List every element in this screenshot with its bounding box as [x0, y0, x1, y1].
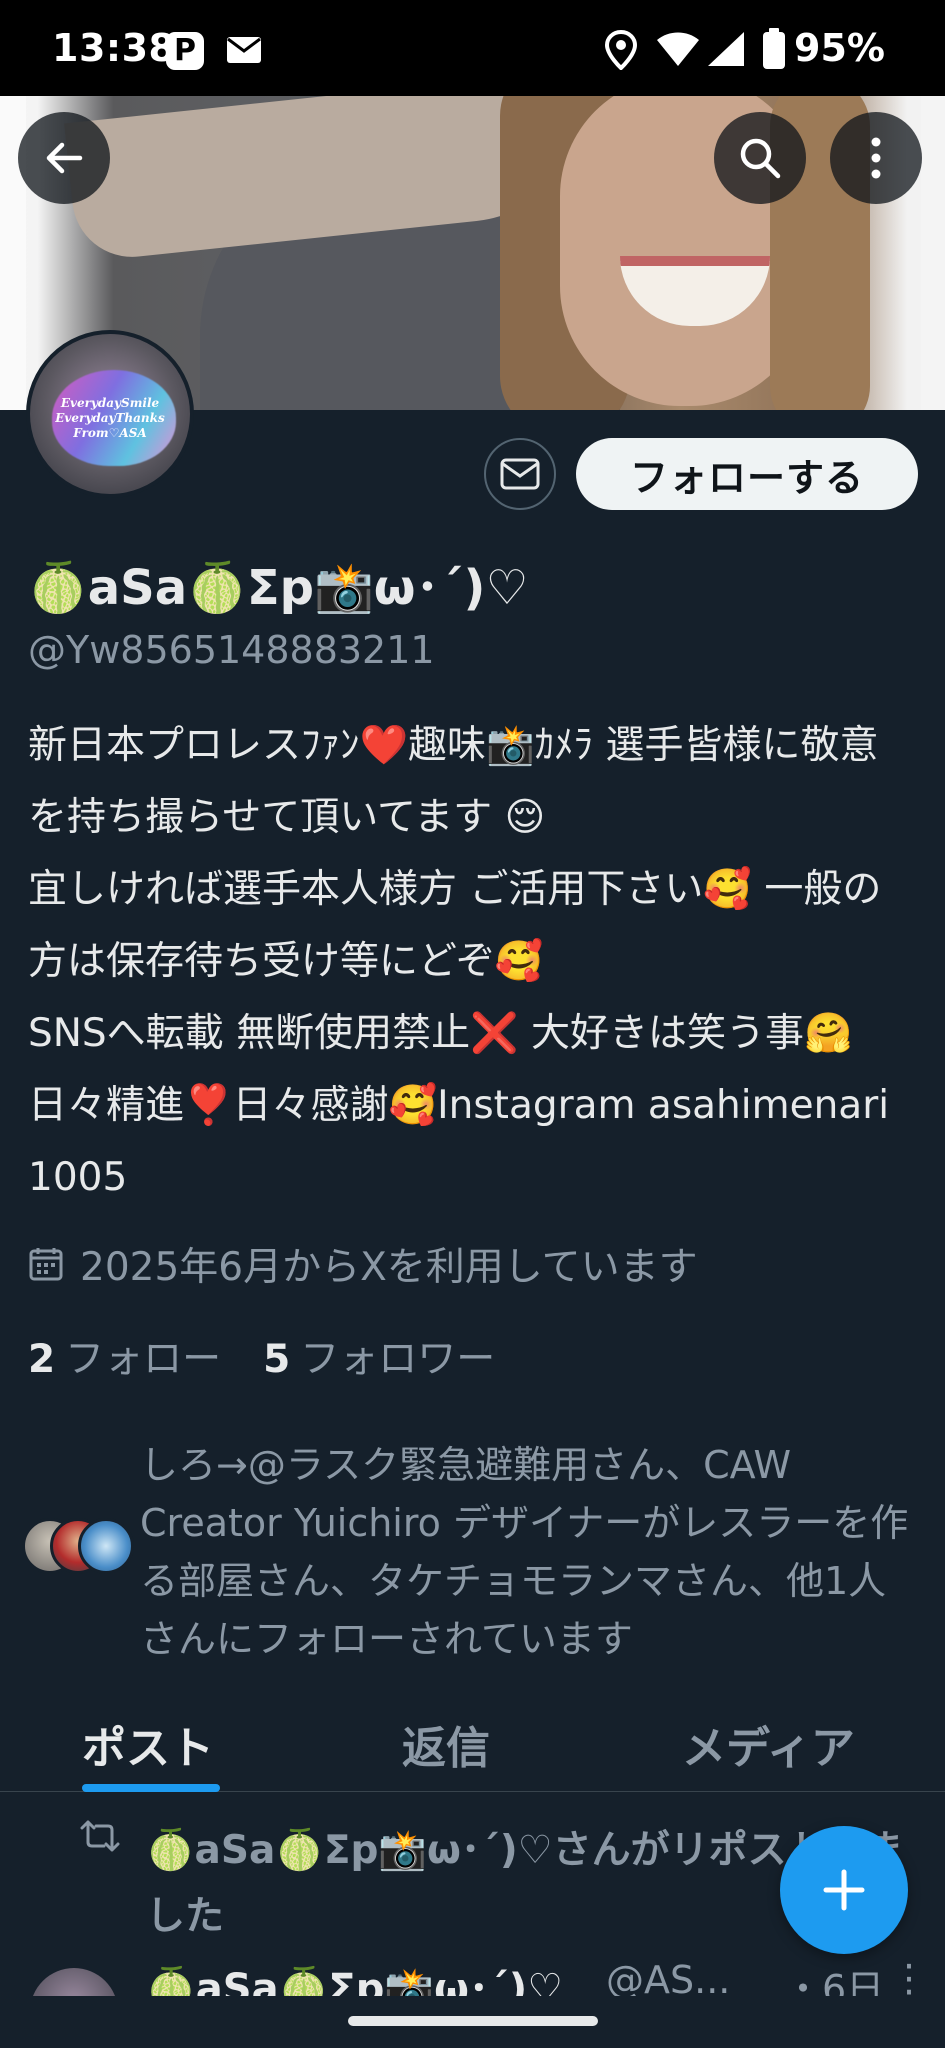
followed-by-avatars[interactable] — [22, 1518, 134, 1578]
post-avatar[interactable] — [30, 1968, 118, 1996]
repost-icon-wrap — [80, 1818, 120, 1854]
avatar-caption: EverydaySmile EverydayThanks From♡ASA — [55, 396, 165, 440]
back-button[interactable] — [18, 112, 110, 204]
profile-bio: 新日本プロレスﾌｧﾝ❤️趣味📸ｶﾒﾗ 選手皆様に敬意を持ち撮らせて頂いてます 😌… — [28, 723, 890, 1200]
profile-avatar[interactable]: EverydaySmile EverydayThanks From♡ASA — [26, 330, 194, 498]
back-arrow-icon — [46, 142, 83, 174]
message-button[interactable] — [484, 438, 556, 510]
active-tab-indicator — [82, 1784, 220, 1792]
following-label: フォロー — [65, 1337, 222, 1382]
tab-posts[interactable]: ポスト — [82, 1712, 214, 1776]
timeline-post[interactable]: 🍈aSa🍈Σp📸ω･´)♡ @AS... ・6日 ⋮ — [0, 1950, 945, 1996]
followed-by-text[interactable]: しろ→@ラスク緊急避難用さん、CAW Creator Yuichiro デザイナ… — [140, 1436, 920, 1668]
tab-media[interactable]: メディア — [682, 1712, 855, 1776]
user-handle: @Yw8565148883211 — [28, 628, 435, 672]
search-button[interactable] — [714, 112, 806, 204]
signal-icon — [708, 32, 744, 66]
location-icon — [604, 30, 638, 70]
battery-percent: 95% — [794, 26, 885, 70]
more-vertical-icon — [871, 137, 881, 179]
plus-icon — [823, 1869, 865, 1911]
compose-button[interactable] — [780, 1826, 908, 1954]
joined-date: 2025年6月からXを利用しています — [80, 1245, 698, 1290]
home-indicator[interactable] — [348, 2016, 598, 2026]
wifi-icon — [657, 32, 699, 66]
search-icon — [740, 138, 781, 179]
follow-counts: 2 フォロー 5 フォロワー — [28, 1328, 495, 1384]
banner-edge — [921, 96, 945, 410]
battery-icon — [763, 28, 785, 69]
display-name: 🍈aSa🍈Σp📸ω･´)♡ — [28, 560, 529, 616]
joined-date-row: 2025年6月からXを利用しています — [28, 1236, 698, 1292]
mail-notification-icon — [227, 37, 261, 63]
post-more-icon[interactable]: ⋮ — [890, 1956, 928, 1996]
following-count: 2 — [28, 1337, 56, 1382]
post-author-name: 🍈aSa🍈Σp📸ω･´)♡ — [146, 1966, 564, 1996]
parking-app-icon: P — [166, 32, 204, 70]
repost-icon — [80, 1820, 120, 1852]
calendar-icon — [29, 1248, 63, 1281]
follow-button[interactable]: フォローする — [576, 438, 918, 510]
followers-link[interactable]: 5 フォロワー — [263, 1328, 495, 1384]
mail-icon — [500, 458, 540, 490]
avatar — [78, 1518, 134, 1574]
followers-label: フォロワー — [300, 1337, 496, 1382]
followers-count: 5 — [263, 1337, 291, 1382]
post-author-handle: @AS... — [606, 1958, 731, 1996]
profile-tabs: ポスト 返信 メディア — [0, 1690, 945, 1792]
post-time: ・6日 — [784, 1967, 885, 1996]
tab-replies[interactable]: 返信 — [402, 1712, 490, 1776]
status-bar: 13:38 P 95% — [0, 0, 945, 96]
more-options-button[interactable] — [830, 112, 922, 204]
status-time: 13:38 — [52, 26, 176, 70]
following-link[interactable]: 2 フォロー — [28, 1328, 221, 1384]
